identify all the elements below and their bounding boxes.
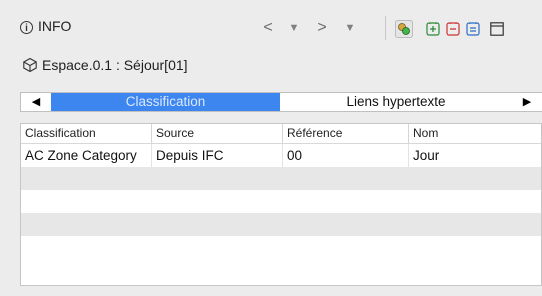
panel-layout-icon[interactable]: [490, 22, 504, 36]
empty-table-row: [21, 236, 541, 259]
table-row[interactable]: AC Zone Category Depuis IFC 00 Jour: [21, 144, 541, 167]
nav-forward-menu-button[interactable]: ▼: [340, 16, 360, 40]
panel-title: INFO: [38, 18, 72, 34]
tab-hyperlinks[interactable]: Liens hypertexte: [280, 93, 512, 111]
classification-table: Classification Source Référence Nom AC Z…: [20, 123, 542, 286]
cell-name[interactable]: Jour: [409, 144, 541, 167]
column-header-name[interactable]: Nom: [409, 124, 541, 143]
element-location: Espace.0.1 : Séjour[01]: [42, 57, 188, 73]
tab-scroll-left-button[interactable]: ◀: [21, 93, 51, 111]
remove-icon[interactable]: [446, 22, 460, 36]
table-header: Classification Source Référence Nom: [21, 124, 541, 144]
nav-forward-button[interactable]: >: [312, 16, 332, 40]
nav-back-button[interactable]: <: [258, 16, 278, 40]
add-icon[interactable]: [426, 22, 440, 36]
empty-table-row: [21, 190, 541, 213]
cell-reference[interactable]: 00: [283, 144, 409, 167]
column-header-source[interactable]: Source: [152, 124, 283, 143]
tab-scroll-right-button[interactable]: ▶: [512, 93, 542, 111]
toolbar-separator: [385, 16, 386, 40]
cell-classification[interactable]: AC Zone Category: [21, 144, 152, 167]
empty-table-row: [21, 259, 541, 282]
info-panel: i INFO < ▼ > ▼ Espace.0.1: Séjour[01] ◀…: [12, 8, 542, 296]
column-header-classification[interactable]: Classification: [21, 124, 152, 143]
nav-back-menu-button[interactable]: ▼: [284, 16, 304, 40]
empty-table-row: [21, 213, 541, 236]
info-icon: i: [20, 21, 33, 34]
cell-source[interactable]: Depuis IFC: [152, 144, 283, 167]
tab-classification[interactable]: Classification: [51, 93, 280, 111]
select-element-icon[interactable]: [395, 20, 413, 38]
empty-table-row: [21, 167, 541, 190]
space-icon: [23, 57, 37, 73]
panel-header: i INFO < ▼ > ▼: [12, 8, 542, 48]
column-header-reference[interactable]: Référence: [283, 124, 409, 143]
tab-bar: ◀ Classification Liens hypertexte ▶: [20, 92, 542, 112]
edit-icon[interactable]: [466, 22, 480, 36]
